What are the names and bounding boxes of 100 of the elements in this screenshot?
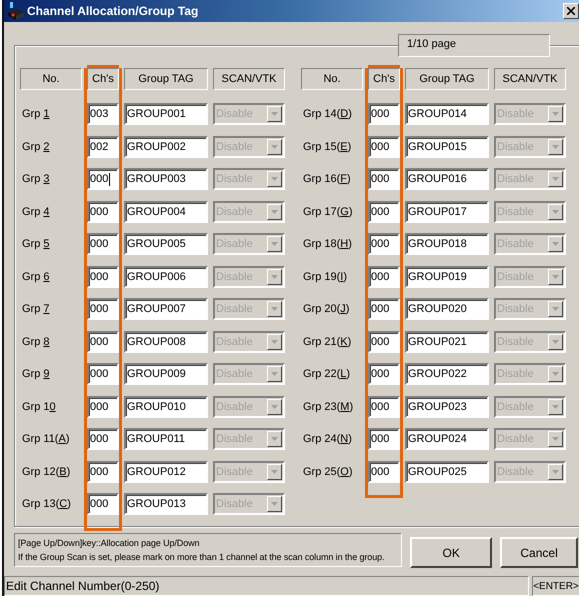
dropdown-arrow-icon (271, 404, 278, 409)
channel-field[interactable]: 000 (368, 200, 400, 223)
dropdown-arrow-icon (271, 144, 278, 149)
group-label: Grp 13(C) (21, 498, 71, 510)
column-header: No. (20, 68, 82, 90)
group-label: Grp 15(E) (302, 140, 352, 153)
dropdown-arrow-icon (552, 372, 559, 376)
column-header: SCAN/VTK (494, 68, 566, 90)
dropdown-arrow-icon (271, 112, 278, 116)
group-tag-field[interactable]: GROUP023 (405, 396, 489, 418)
channel-field[interactable]: 000 (87, 233, 119, 256)
group-tag-field[interactable]: GROUP012 (124, 460, 208, 483)
column-header: No. (301, 68, 363, 90)
group-tag-field[interactable]: GROUP025 (405, 460, 489, 483)
channel-field[interactable]: 000 (368, 363, 400, 386)
dropdown-arrow-icon (552, 112, 559, 116)
channel-field[interactable]: 000 (368, 428, 400, 450)
cancel-button[interactable]: Cancel (500, 537, 578, 568)
group-tag-field[interactable]: GROUP013 (124, 493, 208, 516)
column-header: Group TAG (124, 68, 208, 90)
group-tag-field[interactable]: GROUP017 (405, 200, 489, 223)
dropdown-arrow-icon (552, 177, 559, 182)
group-tag-field[interactable]: GROUP022 (405, 363, 489, 386)
dropdown-arrow-icon (271, 242, 278, 246)
channel-field[interactable]: 000 (87, 266, 119, 288)
group-tag-field[interactable]: GROUP009 (124, 363, 208, 386)
window-title: Channel Allocation/Group Tag (27, 4, 200, 18)
group-label: Grp 20(J) (302, 303, 350, 316)
dropdown-arrow-icon (552, 340, 559, 344)
channel-field[interactable]: 000 (368, 136, 400, 158)
channel-field[interactable]: 000 (87, 330, 119, 353)
dropdown-arrow-icon (552, 404, 559, 409)
group-tag-field[interactable]: GROUP024 (405, 428, 489, 450)
channel-field[interactable]: 000 (368, 330, 400, 353)
group-tag-field[interactable]: GROUP003 (124, 168, 208, 190)
channel-field[interactable]: 000 (87, 428, 119, 450)
channel-field[interactable]: 000 (368, 103, 400, 126)
group-tag-field[interactable]: GROUP007 (124, 298, 208, 320)
group-tag-field[interactable]: GROUP011 (124, 428, 208, 450)
group-tag-field[interactable]: GROUP019 (405, 266, 489, 288)
group-tag-field[interactable]: GROUP014 (405, 103, 489, 126)
group-label: Grp 2 (21, 140, 50, 153)
group-label: Grp 6 (21, 270, 50, 283)
hint-text: [Page Up/Down]key::Allocation page Up/Down If the Group Scan is set, please mark on more than 1 channel at the scan column in the group. (14, 533, 402, 567)
channel-field[interactable]: 000 (368, 266, 400, 288)
channel-field[interactable]: 000 (368, 233, 400, 256)
dropdown-arrow-icon (271, 274, 278, 279)
group-label: Grp 5 (21, 238, 50, 250)
close-button[interactable] (563, 3, 579, 19)
status-key: <ENTER> (532, 576, 579, 596)
dropdown-arrow-icon (271, 210, 278, 214)
channel-field[interactable]: 000 (87, 460, 119, 483)
ok-button[interactable]: OK (410, 537, 492, 568)
dropdown-arrow-icon (552, 210, 559, 214)
group-tag-field[interactable]: GROUP004 (124, 200, 208, 223)
group-tag-field[interactable]: GROUP015 (405, 136, 489, 158)
dropdown-arrow-icon (552, 470, 559, 474)
channel-field[interactable]: 003 (87, 103, 119, 126)
channel-field[interactable]: 000 (87, 168, 119, 190)
channel-field[interactable]: 000 (368, 396, 400, 418)
channel-field[interactable]: 000 (368, 298, 400, 320)
group-tag-field[interactable]: GROUP005 (124, 233, 208, 256)
column-header: SCAN/VTK (213, 68, 285, 90)
dropdown-arrow-icon (271, 340, 278, 344)
group-tag-field[interactable]: GROUP002 (124, 136, 208, 158)
device-icon (8, 2, 24, 20)
group-label: Grp 19(I) (302, 270, 348, 283)
group-tag-field[interactable]: GROUP001 (124, 103, 208, 126)
channel-field[interactable]: 000 (87, 363, 119, 386)
group-tag-field[interactable]: GROUP018 (405, 233, 489, 256)
channel-field[interactable]: 000 (87, 396, 119, 418)
group-label: Grp 14(D) (302, 108, 352, 120)
group-label: Grp 11(A) (21, 433, 70, 446)
channel-field[interactable]: 000 (368, 168, 400, 190)
group-label: Grp 3 (21, 173, 50, 186)
channel-field[interactable]: 002 (87, 136, 119, 158)
group-tag-field[interactable]: GROUP021 (405, 330, 489, 353)
dropdown-arrow-icon (552, 242, 559, 246)
group-tag-field[interactable]: GROUP010 (124, 396, 208, 418)
close-icon (567, 7, 575, 15)
column-header: Group TAG (405, 68, 489, 90)
group-label: Grp 23(M) (302, 400, 354, 413)
channel-field[interactable]: 000 (87, 200, 119, 223)
dropdown-arrow-icon (271, 177, 278, 182)
group-tag-field[interactable]: GROUP020 (405, 298, 489, 320)
dropdown-arrow-icon (552, 437, 559, 442)
group-label: Grp 22(L) (302, 368, 350, 380)
status-text: Edit Channel Number(0-250) (4, 576, 529, 596)
group-label: Grp 9 (21, 368, 50, 380)
channel-field[interactable]: 000 (87, 493, 119, 516)
group-tag-field[interactable]: GROUP016 (405, 168, 489, 190)
column-header: Ch's (368, 68, 400, 90)
channel-field[interactable]: 000 (87, 298, 119, 320)
channel-field[interactable]: 000 (368, 460, 400, 483)
group-tag-field[interactable]: GROUP008 (124, 330, 208, 353)
group-tag-field[interactable]: GROUP006 (124, 266, 208, 288)
group-label: Grp 1 (21, 108, 50, 120)
group-label: Grp 7 (21, 303, 50, 316)
group-label: Grp 18(H) (302, 238, 352, 250)
page-indicator: 1/10 page (398, 34, 550, 57)
